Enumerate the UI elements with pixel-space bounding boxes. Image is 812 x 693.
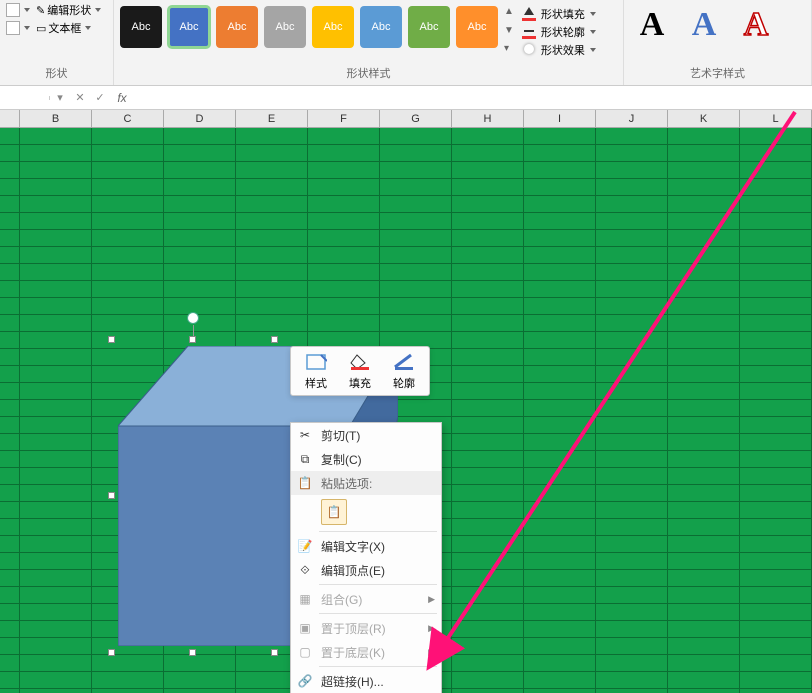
col-header[interactable]: I (524, 110, 596, 127)
ctx-hyperlink[interactable]: 🔗超链接(H)... (291, 669, 441, 693)
shape-group-label: 形状 (6, 63, 107, 83)
edit-text-icon: 📝 (295, 536, 315, 556)
ribbon-group-styles: Abc Abc Abc Abc Abc Abc Abc Abc ▲ ▼ ▾ 形状… (114, 0, 624, 85)
resize-handle[interactable] (108, 336, 115, 343)
style-swatch-5[interactable]: Abc (312, 6, 354, 48)
gallery-more[interactable]: ▾ (504, 43, 514, 54)
gallery-down[interactable]: ▼ (504, 25, 514, 36)
col-header[interactable]: D (164, 110, 236, 127)
fb-cancel[interactable]: ✕ (70, 91, 90, 104)
mini-style-btn[interactable]: 样式 (297, 351, 335, 391)
ctx-paste-option[interactable]: 📋 (291, 495, 441, 529)
col-header[interactable]: K (668, 110, 740, 127)
send-back-icon: ▢ (295, 642, 315, 662)
shape-effect-btn[interactable]: 形状效果 (522, 42, 596, 58)
edit-shape-label: 编辑形状 (47, 2, 91, 18)
col-header[interactable]: G (380, 110, 452, 127)
group-icon: ▦ (295, 589, 315, 609)
name-box[interactable] (0, 96, 50, 100)
shape-fill-label: 形状填充 (541, 6, 585, 22)
ctx-group: ▦组合(G)▶ (291, 587, 441, 611)
copy-icon: ⧉ (295, 449, 315, 469)
style-swatch-2[interactable]: Abc (168, 6, 210, 48)
wordart-3[interactable]: A (734, 6, 778, 44)
context-menu: ✂剪切(T) ⧉复制(C) 📋粘贴选项: 📋 📝编辑文字(X) ⟐编辑顶点(E)… (290, 422, 442, 693)
style-swatch-7[interactable]: Abc (408, 6, 450, 48)
col-header[interactable]: L (740, 110, 812, 127)
col-header[interactable]: B (20, 110, 92, 127)
shape-effect-label: 形状效果 (541, 42, 585, 58)
clipboard-icon: 📋 (295, 473, 315, 493)
mini-style-label: 样式 (305, 375, 327, 391)
scissors-icon: ✂ (295, 425, 315, 445)
fb-enter[interactable]: ✓ (90, 91, 110, 104)
col-header[interactable]: F (308, 110, 380, 127)
mini-outline-label: 轮廓 (393, 375, 415, 391)
style-swatch-6[interactable]: Abc (360, 6, 402, 48)
shape-outline-btn[interactable]: 形状轮廓 (522, 24, 596, 40)
style-swatch-1[interactable]: Abc (120, 6, 162, 48)
ctx-edit-points[interactable]: ⟐编辑顶点(E) (291, 558, 441, 582)
link-icon: 🔗 (295, 671, 315, 691)
ctx-edit-text[interactable]: 📝编辑文字(X) (291, 534, 441, 558)
ctx-paste-header: 📋粘贴选项: (291, 471, 441, 495)
mini-toolbar: 样式 填充 轮廓 (290, 346, 430, 396)
formula-input[interactable] (134, 96, 812, 100)
namebox-caret[interactable]: ▾ (50, 91, 70, 104)
shape-fill-btn[interactable]: 形状填充 (522, 6, 596, 22)
text-box-label: 文本框 (48, 20, 81, 36)
ribbon: ✎ 编辑形状 ▭ 文本框 形状 Abc Abc Abc Abc Abc Abc … (0, 0, 812, 86)
style-swatch-4[interactable]: Abc (264, 6, 306, 48)
wordart-2[interactable]: A (682, 6, 726, 44)
mini-fill-label: 填充 (349, 375, 371, 391)
col-header[interactable]: E (236, 110, 308, 127)
ctx-send-back: ▢置于底层(K)▶ (291, 640, 441, 664)
bring-front-icon: ▣ (295, 618, 315, 638)
style-group-label: 形状样式 (120, 63, 617, 83)
gallery-up[interactable]: ▲ (504, 6, 514, 17)
column-headers[interactable]: B C D E F G H I J K L M (0, 110, 812, 128)
spreadsheet-grid[interactable]: B C D E F G H I J K L M 样式 (0, 110, 812, 693)
ribbon-group-wordart: A A A 艺术字样式 (624, 0, 812, 85)
col-header[interactable]: H (452, 110, 524, 127)
ctx-copy[interactable]: ⧉复制(C) (291, 447, 441, 471)
resize-handle[interactable] (108, 492, 115, 499)
resize-handle[interactable] (189, 336, 196, 343)
paste-icon: 📋 (321, 499, 347, 525)
insert-shape-mini[interactable]: ✎ 编辑形状 (6, 2, 107, 18)
formula-bar: ▾ ✕ ✓ fx (0, 86, 812, 110)
edit-points-icon: ⟐ (295, 560, 315, 580)
mini-outline-btn[interactable]: 轮廓 (385, 351, 423, 391)
rotate-handle[interactable] (187, 312, 199, 324)
ctx-bring-front: ▣置于顶层(R)▶ (291, 616, 441, 640)
ctx-cut[interactable]: ✂剪切(T) (291, 423, 441, 447)
resize-handle[interactable] (189, 649, 196, 656)
col-header[interactable]: J (596, 110, 668, 127)
style-swatch-3[interactable]: Abc (216, 6, 258, 48)
style-swatch-8[interactable]: Abc (456, 6, 498, 48)
wordart-group-label: 艺术字样式 (630, 63, 805, 83)
mini-fill-btn[interactable]: 填充 (341, 351, 379, 391)
style-gallery[interactable]: Abc Abc Abc Abc Abc Abc Abc Abc (120, 2, 498, 58)
col-header[interactable]: C (92, 110, 164, 127)
fx-icon[interactable]: fx (110, 91, 134, 105)
text-box-btn[interactable]: ▭ 文本框 (6, 20, 107, 36)
resize-handle[interactable] (108, 649, 115, 656)
resize-handle[interactable] (271, 336, 278, 343)
resize-handle[interactable] (271, 649, 278, 656)
shape-outline-label: 形状轮廓 (541, 24, 585, 40)
wordart-1[interactable]: A (630, 6, 674, 44)
ribbon-group-shapes: ✎ 编辑形状 ▭ 文本框 形状 (0, 0, 114, 85)
